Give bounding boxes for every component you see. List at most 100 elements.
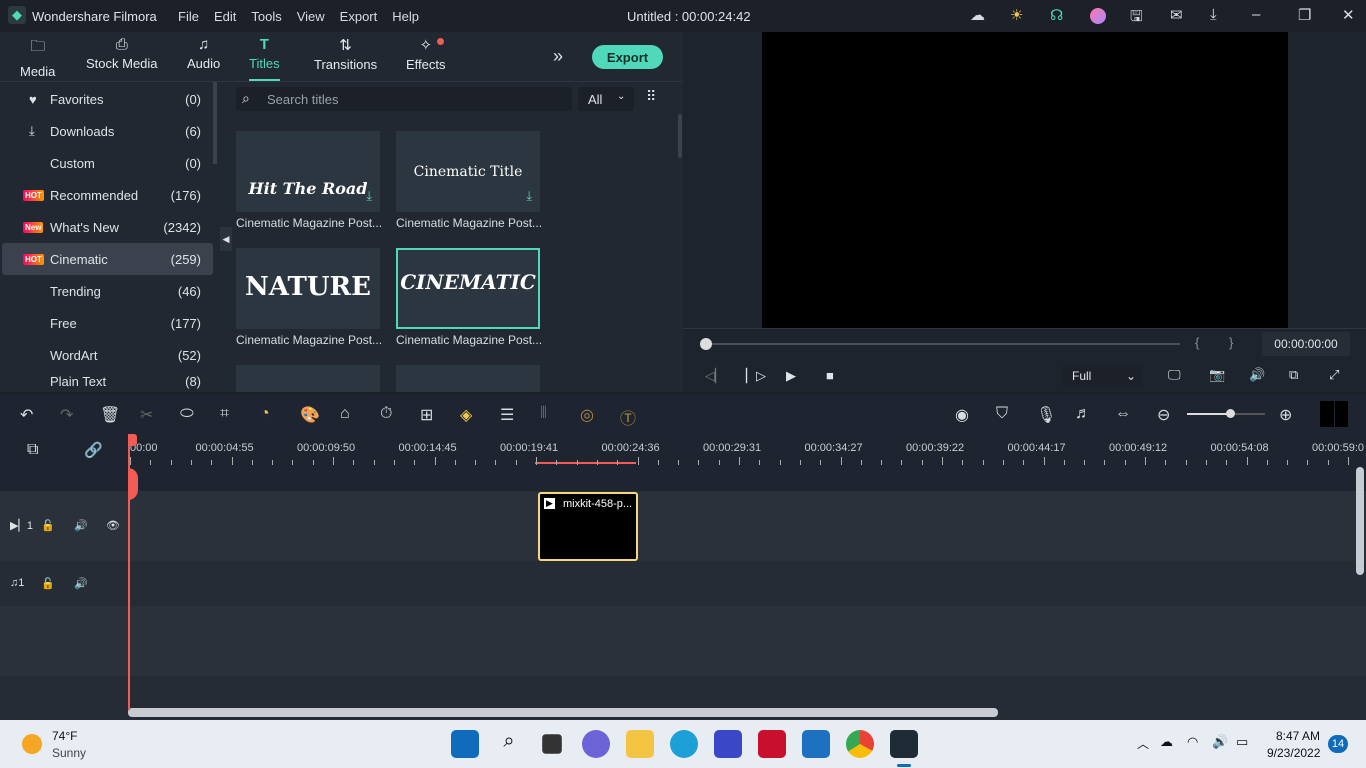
mark-out-icon[interactable]: }	[1229, 335, 1233, 350]
vertical-scrollbar[interactable]	[1356, 467, 1364, 575]
menu-export[interactable]: Export	[340, 9, 378, 24]
zoom-slider-handle[interactable]	[1226, 409, 1235, 418]
title-thumbnail[interactable]: Hit The Road ⤓	[236, 131, 380, 212]
speech-to-text-icon[interactable]: Ⓣ	[620, 405, 636, 429]
headset-icon[interactable]: ☊	[1050, 6, 1063, 24]
wifi-icon[interactable]: ◠	[1187, 734, 1198, 750]
sidebar-item-cinematic[interactable]: HOT Cinematic (259)	[2, 243, 213, 275]
render-icon[interactable]: ◉	[955, 405, 969, 425]
marker-icon[interactable]: ⛉	[996, 405, 1008, 423]
menu-tools[interactable]: Tools	[251, 9, 281, 24]
horizontal-scrollbar[interactable]	[128, 708, 998, 717]
collapse-sidebar-icon[interactable]: ◀	[220, 227, 232, 251]
search-input[interactable]: ⌕ Search titles	[236, 87, 572, 111]
stop-icon[interactable]: ■	[826, 368, 834, 383]
timeline-ruler[interactable]: ⧉ 🔗 00:00 00:00:04:55 00:00:09:50 00:00:14:…	[0, 433, 1366, 467]
sidebar-item-free[interactable]: Free (177)	[2, 307, 213, 339]
download-icon[interactable]: ⤓	[1210, 6, 1217, 23]
adjust-icon[interactable]: ☰	[500, 405, 514, 425]
audio-stretch-icon[interactable]: ◎	[580, 405, 594, 425]
minimize-button[interactable]: –	[1252, 6, 1260, 23]
lock-icon[interactable]: 🔓	[41, 519, 55, 532]
zoom-out-icon[interactable]: ⊖	[1157, 405, 1170, 425]
display-icon[interactable]: 🖵	[1168, 367, 1181, 383]
link-icon[interactable]: 🔗	[84, 441, 103, 459]
snapshot-icon[interactable]: 📷	[1209, 367, 1225, 383]
menu-edit[interactable]: Edit	[214, 9, 236, 24]
onedrive-icon[interactable]: ☁	[1160, 734, 1173, 750]
playhead-handle[interactable]	[128, 434, 137, 446]
crop-icon[interactable]: ⌗	[220, 405, 229, 423]
download-icon[interactable]: ⤓	[526, 188, 532, 204]
search-icon[interactable]: ⌕	[495, 730, 523, 758]
more-tabs-icon[interactable]: »	[553, 46, 563, 67]
eye-icon[interactable]: 👁	[106, 519, 120, 532]
store-icon[interactable]	[802, 730, 830, 758]
notification-badge[interactable]: 14	[1328, 735, 1348, 753]
tab-media[interactable]: 🗀 Media	[20, 36, 55, 79]
sidebar-item-trending[interactable]: Trending (46)	[2, 275, 213, 307]
sidebar-item-wordart[interactable]: WordArt (52)	[2, 339, 213, 371]
delete-icon[interactable]: 🗑	[100, 405, 120, 425]
scrollbar[interactable]	[678, 114, 682, 158]
fullscreen-icon[interactable]: ⤢	[1329, 367, 1339, 383]
mute-icon[interactable]: 🔊	[74, 519, 88, 532]
pip-icon[interactable]: ⧉	[1289, 367, 1298, 383]
speed-icon[interactable]: ◔	[260, 405, 270, 423]
clock-date[interactable]: 9/23/2022	[1267, 746, 1320, 760]
tab-stock-media[interactable]: ⎙ Stock Media	[86, 36, 158, 71]
mute-icon[interactable]: 🔊	[74, 577, 88, 590]
weather-temp[interactable]: 74°F	[52, 729, 77, 743]
sidebar-item-downloads[interactable]: ⤓ Downloads (6)	[2, 115, 213, 147]
color-icon[interactable]: 🎨	[300, 405, 320, 425]
export-button[interactable]: Export	[592, 45, 663, 69]
playback-progress[interactable]	[705, 343, 1180, 345]
file-explorer-icon[interactable]	[626, 730, 654, 758]
zoom-in-icon[interactable]: ⊕	[1279, 405, 1292, 425]
filter-dropdown[interactable]: All ⌄	[578, 87, 634, 111]
title-thumbnail[interactable]: Cinematic Title ⤓	[396, 131, 540, 212]
playhead-track-handle[interactable]	[128, 468, 138, 500]
cut-icon[interactable]: ✂	[140, 405, 153, 425]
mail-icon[interactable]: ✉	[1170, 6, 1183, 24]
menu-file[interactable]: File	[178, 9, 199, 24]
microphone-icon[interactable]: 🎙	[1036, 405, 1056, 425]
volume-icon[interactable]: 🔊	[1212, 734, 1228, 750]
bulb-icon[interactable]: ☀	[1010, 6, 1023, 24]
chat-icon[interactable]	[582, 730, 610, 758]
mark-in-icon[interactable]: {	[1195, 335, 1199, 350]
tag-icon[interactable]: ⬭	[180, 405, 194, 423]
undo-icon[interactable]: ↶	[20, 405, 33, 425]
freeze-frame-icon[interactable]: ⊞	[420, 405, 433, 425]
title-thumbnail[interactable]	[396, 365, 540, 392]
tab-titles[interactable]: T Titles	[249, 36, 280, 81]
chevron-up-icon[interactable]: ︿	[1137, 735, 1149, 752]
battery-icon[interactable]: ▭	[1236, 734, 1248, 750]
play-pause-frame-icon[interactable]: ▏▷	[746, 368, 766, 384]
keyframe-icon[interactable]: ◈	[460, 405, 472, 425]
start-button[interactable]	[451, 730, 479, 758]
task-view-icon[interactable]	[542, 734, 562, 754]
mcafee-icon[interactable]	[758, 730, 786, 758]
redo-icon[interactable]: ↷	[60, 405, 73, 425]
sidebar-item-custom[interactable]: Custom (0)	[2, 147, 213, 179]
sidebar-item-favorites[interactable]: ♥ Favorites (0)	[2, 83, 213, 115]
title-thumbnail[interactable]	[236, 365, 380, 392]
title-thumbnail[interactable]: NATURE	[236, 248, 380, 329]
timer-icon[interactable]: ⏱	[380, 405, 392, 423]
app-icon[interactable]	[714, 730, 742, 758]
sidebar-item-plain-text[interactable]: Plain Text (8)	[2, 371, 213, 392]
green-screen-icon[interactable]: ⌂	[340, 405, 350, 423]
lock-icon[interactable]: 🔓	[41, 577, 55, 590]
filmora-taskbar-icon[interactable]	[890, 730, 918, 758]
video-clip[interactable]: ▶ mixkit-458-p...	[538, 492, 638, 561]
prev-frame-icon[interactable]: ◁▏	[705, 368, 725, 384]
play-icon[interactable]: ▶	[786, 368, 796, 384]
weather-condition[interactable]: Sunny	[52, 746, 86, 760]
quality-dropdown[interactable]: Full ⌄	[1062, 365, 1142, 387]
cloud-icon[interactable]: ☁	[970, 6, 985, 24]
clock-time[interactable]: 8:47 AM	[1276, 729, 1320, 743]
fit-timeline-icon[interactable]: ⇔	[1115, 405, 1131, 423]
audio-wave-icon[interactable]: ⦀	[540, 405, 547, 423]
sidebar-item-recommended[interactable]: HOT Recommended (176)	[2, 179, 213, 211]
